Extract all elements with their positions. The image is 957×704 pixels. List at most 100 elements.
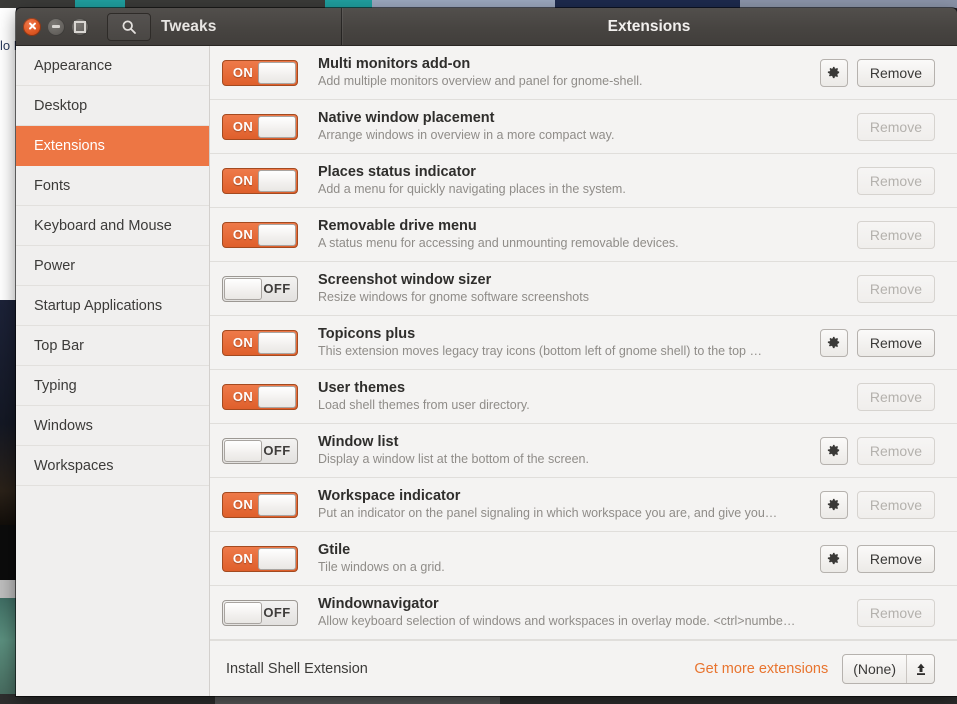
gear-icon <box>828 66 840 79</box>
toggle-state-label: OFF <box>263 605 291 620</box>
extension-toggle[interactable]: ON <box>222 167 298 194</box>
extension-toggle[interactable]: ON <box>222 383 298 410</box>
extension-name: Native window placement <box>318 110 495 126</box>
extension-info: Windownavigator Allow keyboard selection … <box>298 595 820 630</box>
sidebar-item-typing[interactable]: Typing <box>16 366 209 406</box>
settings-button-placeholder <box>820 599 848 627</box>
extension-description: Add multiple monitors overview and panel… <box>318 74 643 88</box>
toggle-state-label: ON <box>232 335 254 350</box>
get-more-extensions-link[interactable]: Get more extensions <box>694 661 828 677</box>
extension-row: ON Workspace indicator Put an indicator on… <box>210 478 957 532</box>
extension-toggle[interactable]: ON <box>222 491 298 518</box>
toggle-state-label: OFF <box>263 443 291 458</box>
settings-button-placeholder <box>820 221 848 249</box>
main-panel: ON Multi monitors add-on Add multiple moni… <box>210 46 957 696</box>
extension-description: Arrange windows in overview in a more co… <box>318 128 615 142</box>
extension-toggle[interactable]: ON <box>222 329 298 356</box>
extension-toggle[interactable]: ON <box>222 113 298 140</box>
extension-description: A status menu for accessing and unmounti… <box>318 236 679 250</box>
close-icon[interactable] <box>23 17 41 36</box>
sidebar-item-windows[interactable]: Windows <box>16 406 209 446</box>
extension-name: Removable drive menu <box>318 218 477 234</box>
extension-name: Workspace indicator <box>318 488 461 504</box>
extension-actions: Remove <box>819 58 935 87</box>
sidebar-item-label: Top Bar <box>34 337 84 354</box>
remove-button: Remove <box>856 166 935 195</box>
extension-actions: Remove <box>820 274 935 303</box>
sidebar-item-label: Power <box>34 257 76 274</box>
remove-button: Remove <box>856 382 935 411</box>
extension-name: Gtile <box>318 542 351 558</box>
extension-settings-button[interactable] <box>819 544 848 573</box>
sidebar-item-label: Windows <box>34 417 93 434</box>
search-button[interactable] <box>107 12 151 41</box>
sidebar-item-workspaces[interactable]: Workspaces <box>16 446 209 486</box>
remove-button[interactable]: Remove <box>856 328 935 357</box>
sidebar-item-desktop[interactable]: Desktop <box>16 86 209 126</box>
extension-toggle[interactable]: OFF <box>222 599 298 626</box>
remove-button: Remove <box>856 436 935 465</box>
sidebar-item-top-bar[interactable]: Top Bar <box>16 326 209 366</box>
toggle-knob <box>224 277 262 300</box>
sidebar-item-label: Keyboard and Mouse <box>34 217 172 234</box>
extension-info: User themes Load shell themes from user d… <box>298 379 820 414</box>
extension-info: Gtile Tile windows on a grid. <box>298 541 820 576</box>
maximize-icon[interactable] <box>71 17 89 36</box>
tweaks-window: Tweaks Extensions Appearance Desktop Exten… <box>16 8 957 696</box>
settings-button-placeholder <box>820 275 848 303</box>
remove-button: Remove <box>856 220 935 249</box>
background-top-strip <box>0 0 957 8</box>
sidebar-item-power[interactable]: Power <box>16 246 209 286</box>
extension-actions: Remove <box>819 544 935 573</box>
extension-description: Allow keyboard selection of windows and … <box>318 614 796 628</box>
extension-toggle[interactable]: ON <box>222 545 298 572</box>
gear-icon <box>828 336 840 349</box>
extension-settings-button[interactable] <box>819 328 848 357</box>
remove-button[interactable]: Remove <box>856 544 935 573</box>
sidebar-item-label: Fonts <box>34 177 71 194</box>
extension-name: Places status indicator <box>318 164 476 180</box>
extensions-list: ON Multi monitors add-on Add multiple moni… <box>210 46 957 640</box>
toggle-knob <box>224 601 262 624</box>
extension-actions: Remove <box>820 220 935 249</box>
extension-settings-button[interactable] <box>819 58 848 87</box>
upload-icon[interactable] <box>906 654 934 683</box>
extension-description: This extension moves legacy tray icons (… <box>318 344 762 358</box>
extension-toggle[interactable]: OFF <box>222 275 298 302</box>
sidebar-item-startup-applications[interactable]: Startup Applications <box>16 286 209 326</box>
minimize-icon[interactable] <box>47 17 65 36</box>
extension-toggle[interactable]: ON <box>222 221 298 248</box>
extension-toggle[interactable]: OFF <box>222 437 298 464</box>
extension-settings-button[interactable] <box>819 490 848 519</box>
toggle-state-label: ON <box>232 227 254 242</box>
extension-description: Add a menu for quickly navigating places… <box>318 182 626 196</box>
extension-row: ON Topicons plus This extension moves lega… <box>210 316 957 370</box>
sidebar-item-appearance[interactable]: Appearance <box>16 46 209 86</box>
window-body: Appearance Desktop Extensions Fonts Keyboard… <box>16 46 957 696</box>
extension-info: Window list Display a window list at the … <box>298 433 820 468</box>
app-title: Tweaks <box>161 17 217 35</box>
extension-row: ON Multi monitors add-on Add multiple moni… <box>210 46 957 100</box>
sidebar-item-fonts[interactable]: Fonts <box>16 166 209 206</box>
window-controls <box>16 17 89 36</box>
extension-actions: Remove <box>819 436 935 465</box>
extension-row: ON User themes Load shell themes from user… <box>210 370 957 424</box>
install-shell-extension-label: Install Shell Extension <box>226 660 368 677</box>
sidebar-item-label: Extensions <box>34 137 105 154</box>
extension-settings-button[interactable] <box>819 436 848 465</box>
extension-file-chooser[interactable]: (None) <box>842 653 935 684</box>
toggle-state-label: ON <box>232 551 254 566</box>
background-left-grey-band <box>0 580 16 598</box>
remove-button[interactable]: Remove <box>856 58 935 87</box>
sidebar-item-extensions[interactable]: Extensions <box>16 126 209 166</box>
sidebar-item-label: Startup Applications <box>34 297 163 314</box>
extension-name: Multi monitors add-on <box>318 56 471 72</box>
gear-icon <box>828 498 840 511</box>
extension-toggle[interactable]: ON <box>222 59 298 86</box>
settings-button-placeholder <box>820 167 848 195</box>
remove-button: Remove <box>856 490 935 519</box>
sidebar-item-label: Typing <box>34 377 77 394</box>
sidebar-item-keyboard-and-mouse[interactable]: Keyboard and Mouse <box>16 206 209 246</box>
toggle-knob <box>258 547 296 570</box>
settings-button-placeholder <box>820 113 848 141</box>
